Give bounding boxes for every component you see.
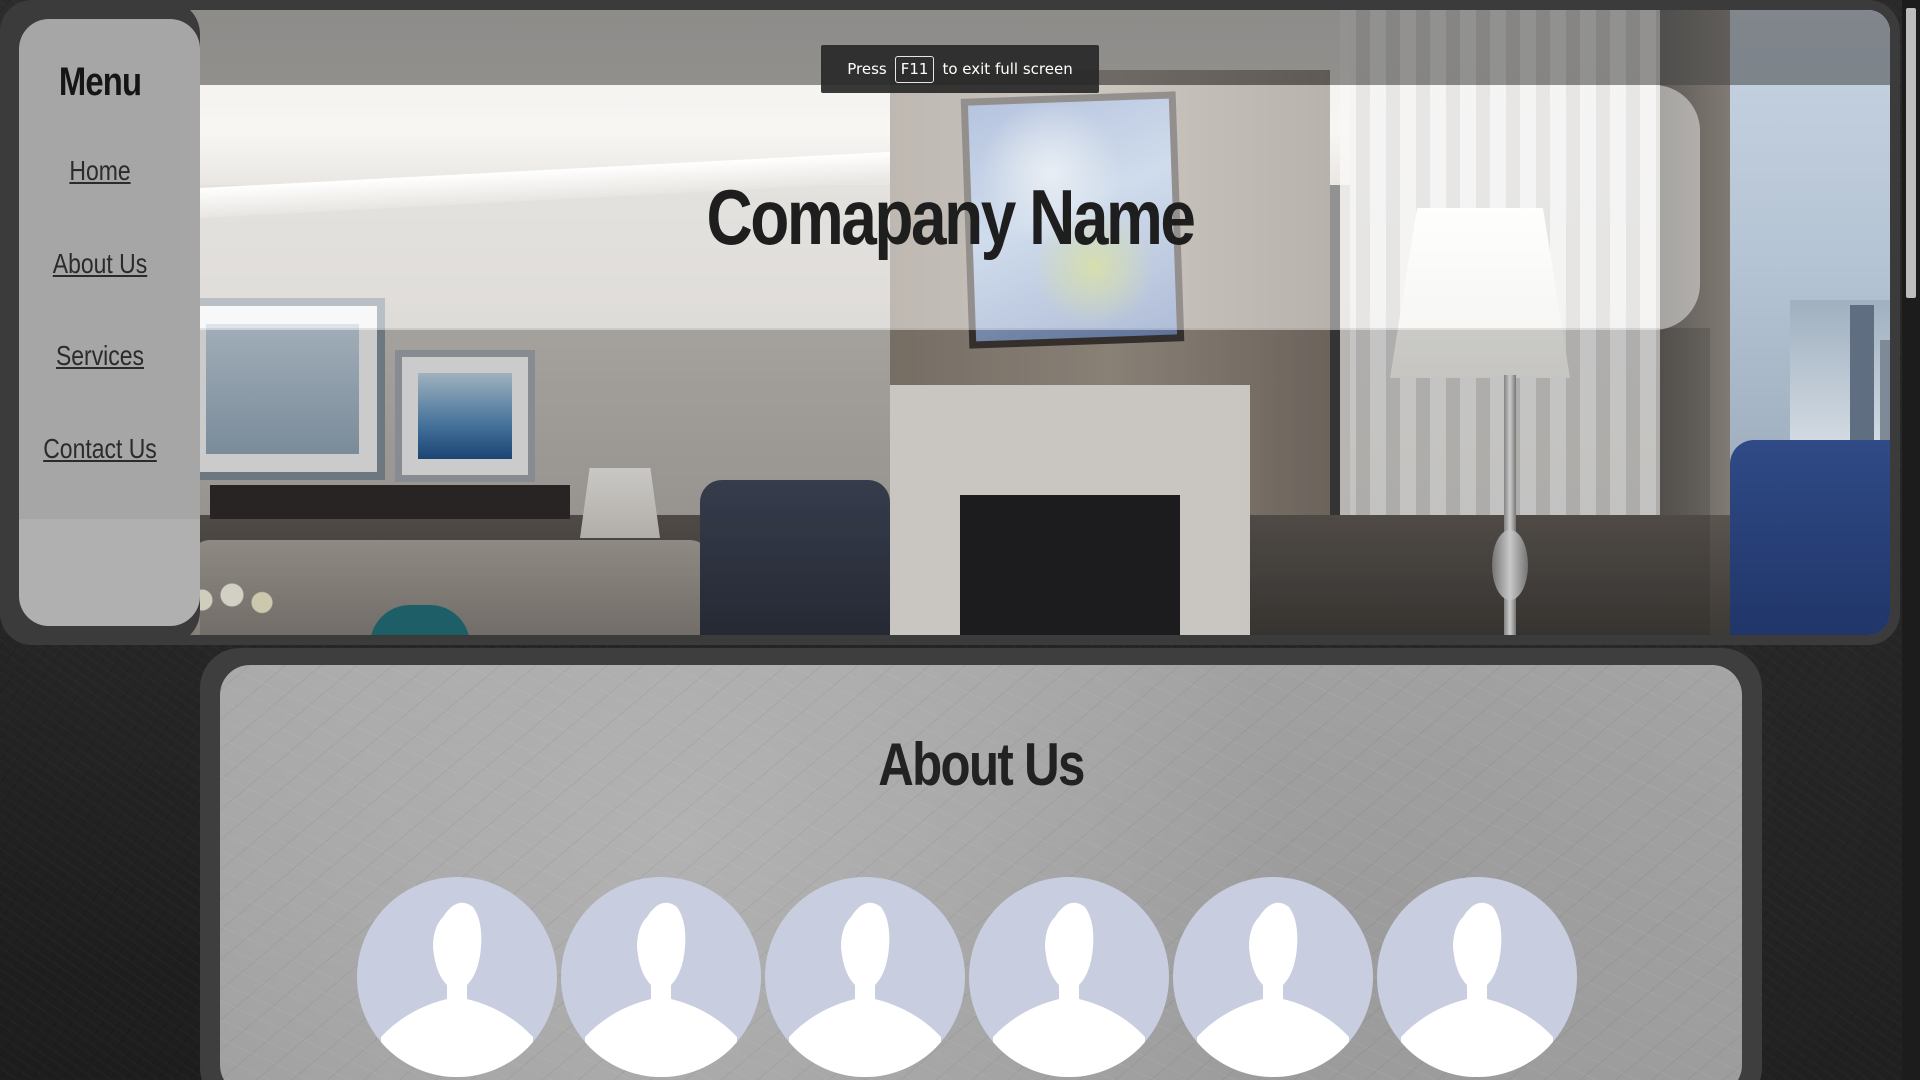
about-section: About Us [220,665,1742,1080]
fullscreen-notice-press: Press [847,60,887,78]
fullscreen-notice-suffix: to exit full screen [942,60,1073,78]
person-silhouette-icon [789,902,941,1077]
person-silhouette-icon [993,902,1145,1077]
person-silhouette-icon [585,902,737,1077]
vertical-scrollbar[interactable] [1902,0,1920,1080]
company-name: Comapany Name [706,173,1196,261]
nav-link-about-us[interactable]: About Us [18,248,182,280]
fullscreen-notice: Press F11 to exit full screen [821,45,1099,93]
nav-link-home[interactable]: Home [18,155,182,187]
hero-banner: Comapany Name [0,0,1900,645]
sidebar-panel [19,19,200,626]
team-avatars [357,877,1577,1077]
person-silhouette-icon [381,902,533,1077]
team-member-avatar [1173,877,1373,1077]
team-member-avatar [561,877,761,1077]
team-member-avatar [357,877,557,1077]
team-member-avatar [969,877,1169,1077]
team-member-avatar [1377,877,1577,1077]
person-silhouette-icon [1401,902,1553,1077]
team-member-avatar [765,877,965,1077]
nav-link-services[interactable]: Services [18,340,182,372]
about-title: About Us [878,731,1085,798]
nav-link-contact-us[interactable]: Contact Us [18,433,182,465]
scrollbar-thumb[interactable] [1906,8,1916,298]
menu-title: Menu [58,60,142,104]
sidebar-menu: Menu Home About Us Services Contact Us [0,0,200,645]
person-silhouette-icon [1197,902,1349,1077]
f11-key-label: F11 [894,55,935,83]
hero-shade-band [200,328,1710,635]
